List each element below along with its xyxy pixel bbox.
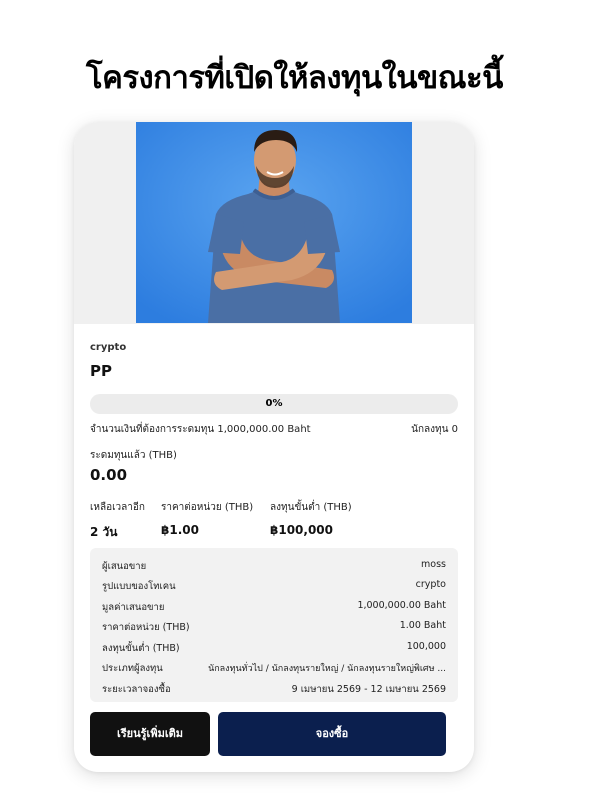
funding-target: จำนวนเงินที่ต้องการระดมทุน 1,000,000.00 …	[90, 424, 311, 435]
project-name: PP	[90, 362, 112, 380]
buy-button[interactable]: จองซื้อ	[218, 712, 446, 756]
stat-value: ฿100,000	[270, 523, 334, 537]
stat-time-remaining: เหลือเวลาอีก 2 วัน	[90, 500, 145, 542]
detail-value: 1,000,000.00 Baht	[357, 600, 446, 611]
investor-count: นักลงทุน 0	[411, 424, 458, 435]
detail-row-token-type: รูปแบบของโทเคน crypto	[102, 579, 446, 593]
detail-key: ผู้เสนอขาย	[102, 561, 147, 572]
project-card[interactable]: crypto PP 0% จำนวนเงินที่ต้องการระดมทุน …	[74, 122, 474, 772]
stat-unit-price: ราคาต่อหน่วย (THB) ฿1.00	[161, 500, 253, 537]
detail-key: ประเภทผู้ลงทุน	[102, 663, 163, 674]
detail-value: 100,000	[406, 641, 446, 652]
page-title: โครงการที่เปิดให้ลงทุนในขณะนี้	[86, 60, 503, 96]
detail-value: 9 เมษายน 2569 - 12 เมษายน 2569	[291, 684, 446, 695]
detail-row-unit-price: ราคาต่อหน่วย (THB) 1.00 Baht	[102, 620, 446, 634]
detail-row-investor-type: ประเภทผู้ลงทุน นักลงทุนทั่วไป / นักลงทุน…	[102, 661, 446, 675]
stat-label: เหลือเวลาอีก	[90, 502, 145, 513]
detail-row-subscription-period: ระยะเวลาจองซื้อ 9 เมษายน 2569 - 12 เมษาย…	[102, 682, 446, 696]
stat-label: ลงทุนขั้นต่ำ (THB)	[270, 502, 352, 513]
progress-label: 0%	[265, 398, 283, 409]
stat-value: ฿1.00	[161, 523, 199, 537]
detail-key: มูลค่าเสนอขาย	[102, 602, 165, 613]
project-category: crypto	[90, 342, 127, 353]
raised-value: 0.00	[90, 466, 128, 484]
stat-value: 2 วัน	[90, 525, 118, 539]
detail-value: 1.00 Baht	[399, 620, 446, 631]
learn-more-button[interactable]: เรียนรู้เพิ่มเติม	[90, 712, 210, 756]
detail-key: ระยะเวลาจองซื้อ	[102, 684, 171, 695]
person-photo	[136, 122, 412, 323]
detail-value: crypto	[415, 579, 446, 590]
detail-value: moss	[421, 559, 446, 570]
raised-label: ระดมทุนแล้ว (THB)	[90, 450, 177, 461]
stat-label: ราคาต่อหน่วย (THB)	[161, 502, 254, 513]
detail-key: ราคาต่อหน่วย (THB)	[102, 622, 190, 633]
details-panel: ผู้เสนอขาย moss รูปแบบของโทเคน crypto มู…	[90, 548, 458, 702]
detail-row-seller: ผู้เสนอขาย moss	[102, 559, 446, 573]
detail-row-offer-value: มูลค่าเสนอขาย 1,000,000.00 Baht	[102, 600, 446, 614]
detail-key: รูปแบบของโทเคน	[102, 581, 176, 592]
stat-min-investment: ลงทุนขั้นต่ำ (THB) ฿100,000	[270, 500, 352, 537]
funding-progress-bar: 0%	[90, 394, 458, 414]
detail-key: ลงทุนขั้นต่ำ (THB)	[102, 643, 180, 654]
detail-value: นักลงทุนทั่วไป / นักลงทุนรายใหญ่ / นักลง…	[208, 664, 446, 674]
detail-row-min-investment: ลงทุนขั้นต่ำ (THB) 100,000	[102, 641, 446, 655]
project-image-area	[74, 122, 474, 324]
